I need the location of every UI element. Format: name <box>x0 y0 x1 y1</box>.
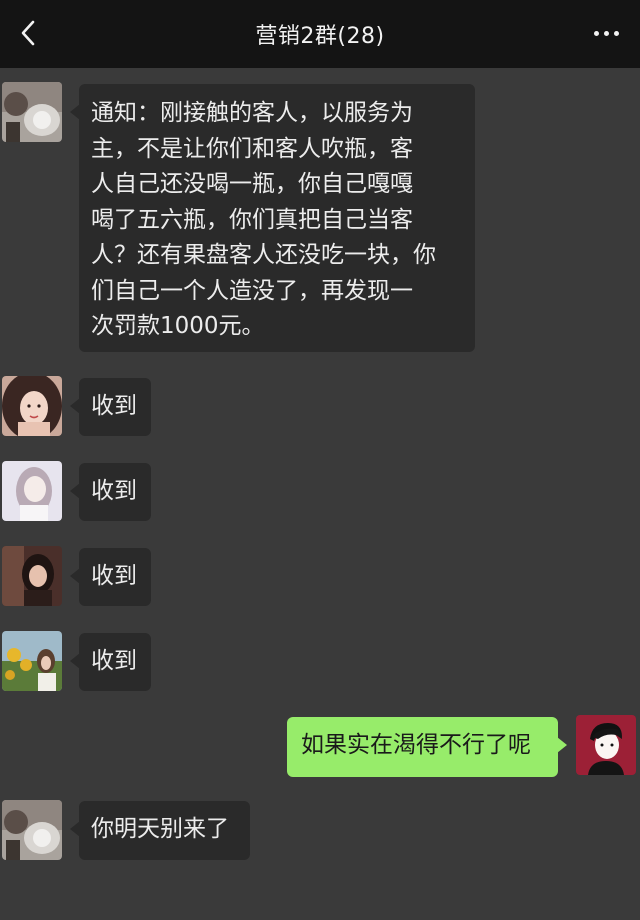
navigation-bar: 营销2群(28) <box>0 0 640 68</box>
chat-title: 营销2群(28) <box>255 24 385 49</box>
avatar[interactable] <box>2 546 62 606</box>
message-bubble[interactable]: 收到 <box>70 463 151 521</box>
message-text: 如果实在渴得不行了呢 <box>301 732 531 758</box>
message-text: 收到 <box>91 478 137 504</box>
message-text: 通知：刚接触的客人，以服务为 主，不是让你们和客人吹瓶，客 人自己还没喝一瓶，你… <box>91 100 436 339</box>
avatar[interactable] <box>2 376 62 436</box>
message-text: 收到 <box>91 648 137 674</box>
message-bubble[interactable]: 通知：刚接触的客人，以服务为 主，不是让你们和客人吹瓶，客 人自己还没喝一瓶，你… <box>70 84 475 352</box>
message-text: 你明天别来了 <box>91 816 229 842</box>
avatar[interactable] <box>2 800 62 860</box>
message-bubble[interactable]: 收到 <box>70 633 151 691</box>
more-options-button[interactable] <box>586 20 626 46</box>
more-horizontal-icon <box>593 30 599 36</box>
avatar-self[interactable] <box>576 715 636 775</box>
message-bubble-self[interactable]: 如果实在渴得不行了呢 <box>287 717 567 777</box>
message-text: 收到 <box>91 393 137 419</box>
message-bubble[interactable]: 收到 <box>70 378 151 436</box>
avatar[interactable] <box>2 631 62 691</box>
message-bubble[interactable]: 收到 <box>70 548 151 606</box>
chat-screen: 营销2群(28) 通知：刚接触的客人，以服务为 主，不是让你们和客人吹瓶，客 人… <box>0 0 640 920</box>
message-text: 收到 <box>91 563 137 589</box>
avatar[interactable] <box>2 82 62 142</box>
message-bubble[interactable]: 你明天别来了 <box>70 801 250 860</box>
avatar[interactable] <box>2 461 62 521</box>
